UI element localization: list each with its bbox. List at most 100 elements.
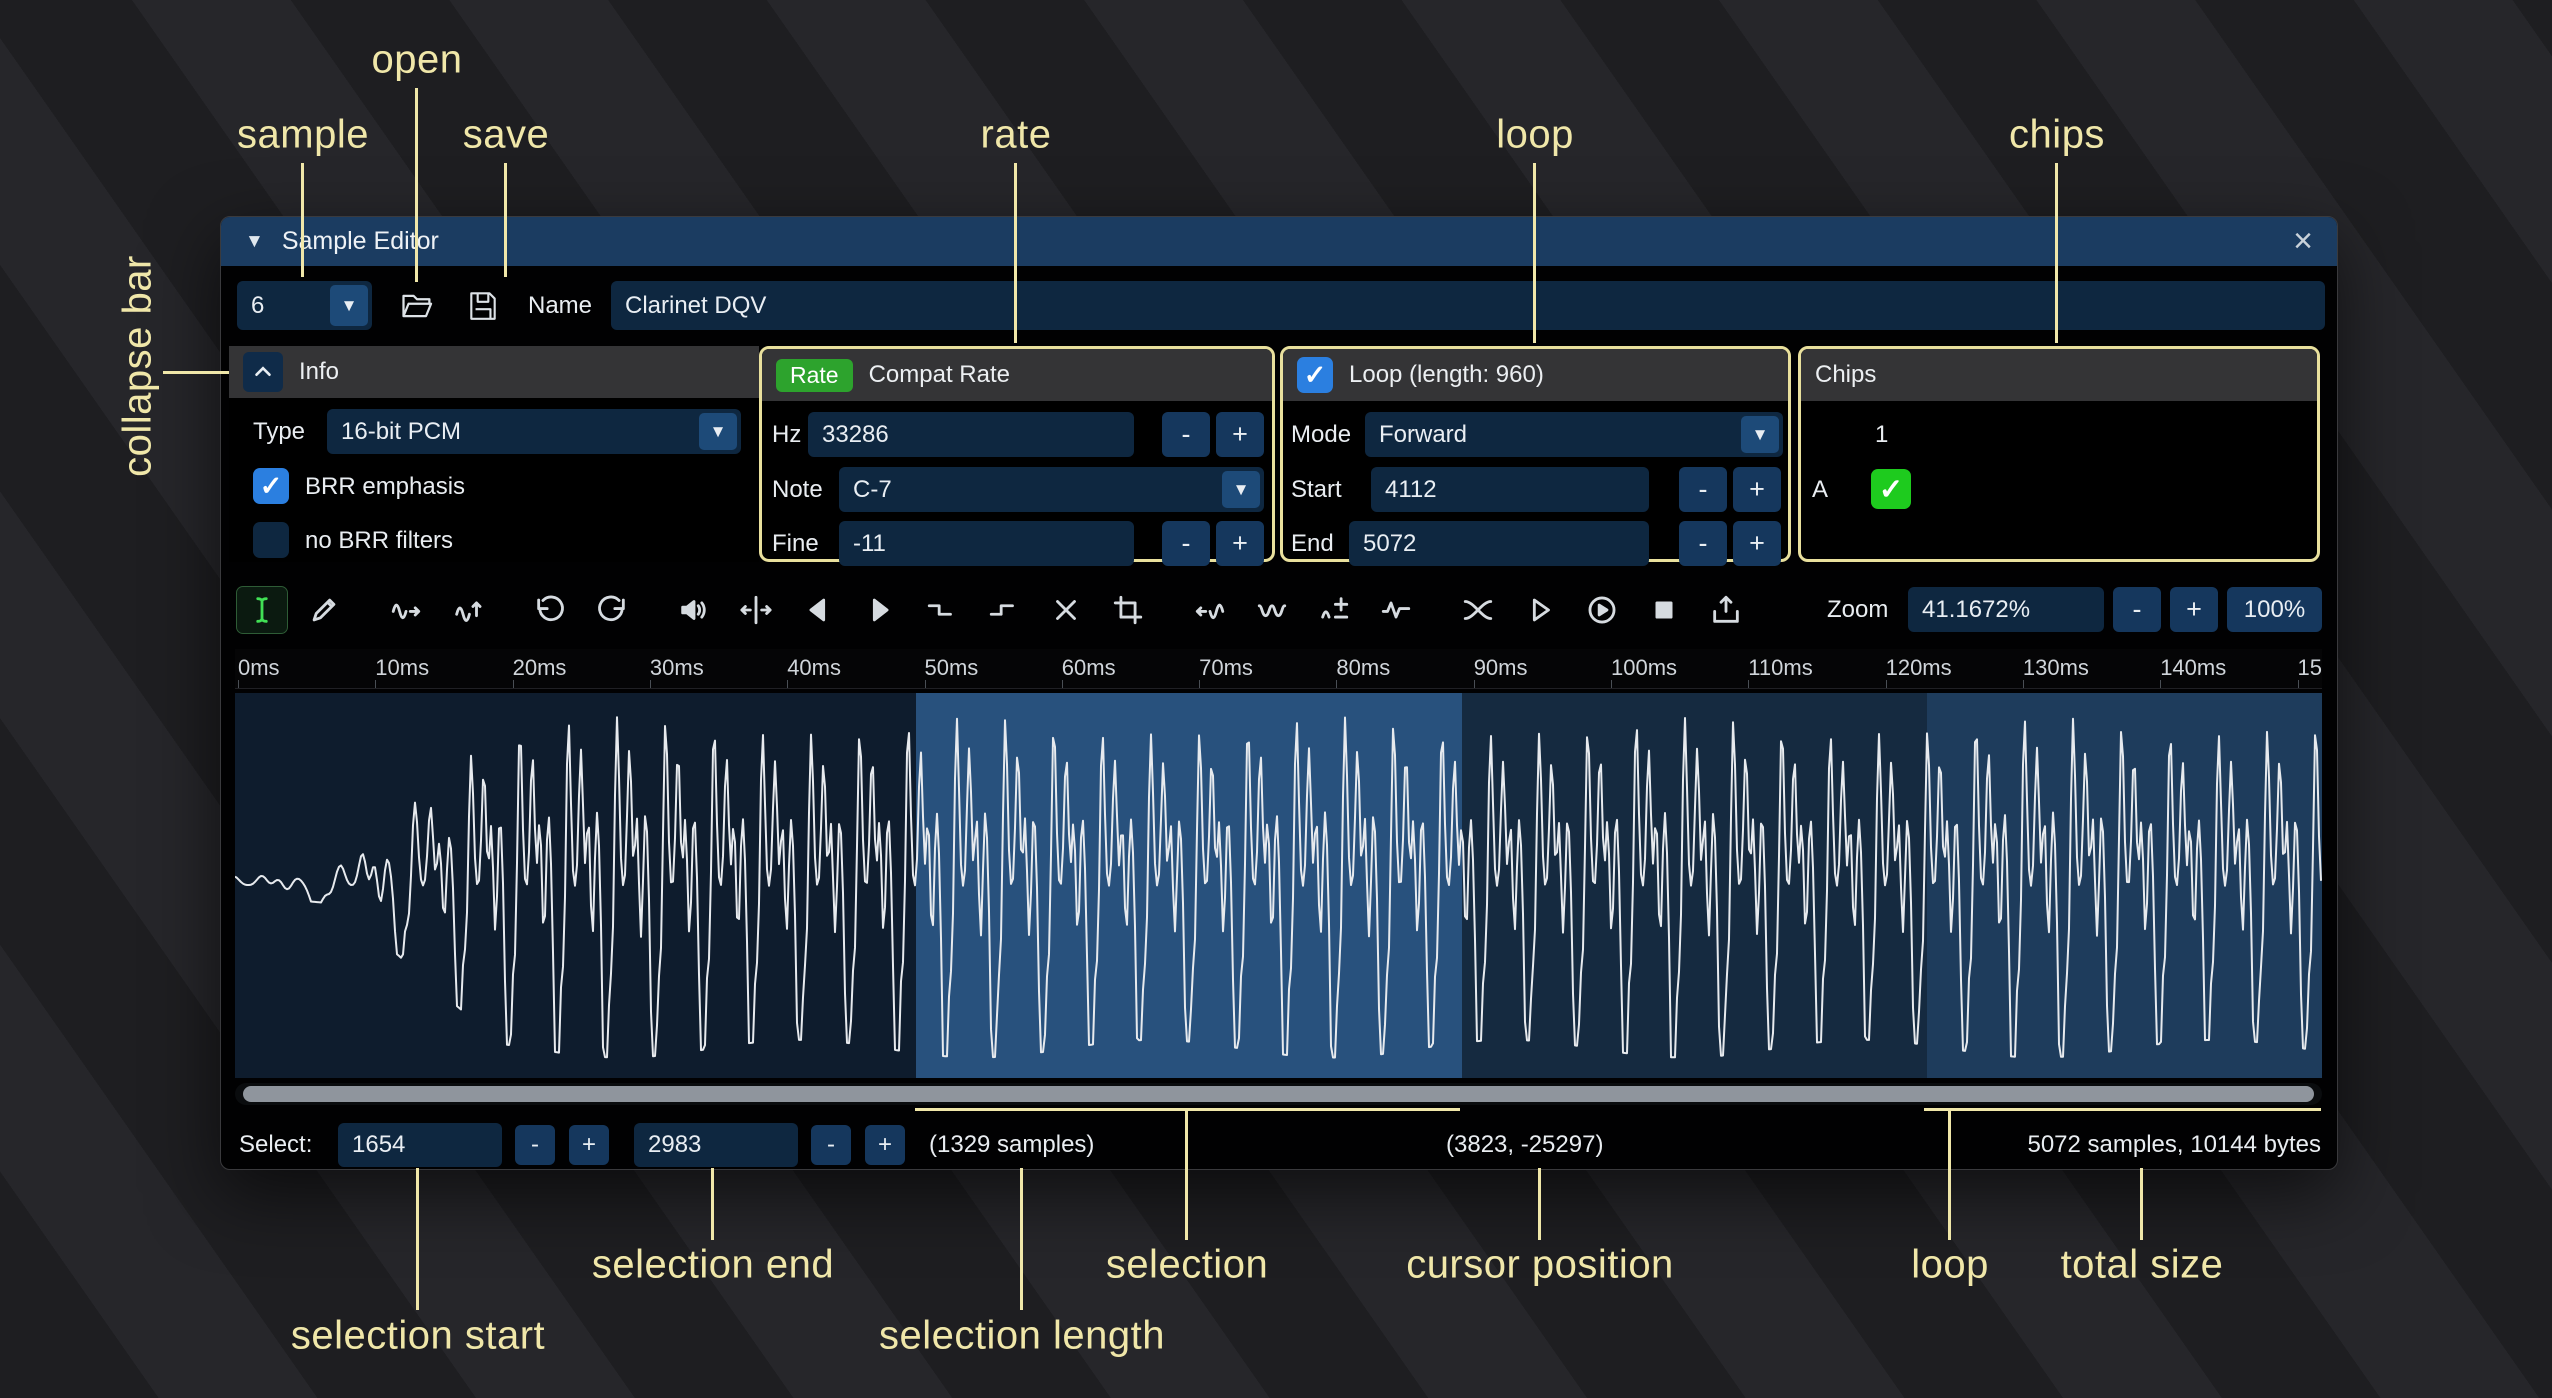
draw-icon (307, 593, 341, 627)
play-tool-button[interactable] (1577, 587, 1627, 633)
fade-out-tool-button[interactable] (855, 587, 905, 633)
insert-silence-tool-button[interactable] (917, 587, 967, 633)
selection-start-increase-button[interactable]: + (569, 1125, 609, 1165)
loop-start-decrease-button[interactable]: - (1679, 467, 1727, 512)
edit-cursor-icon (245, 593, 279, 627)
close-button[interactable]: × (2287, 217, 2319, 266)
insert-silence-icon (925, 593, 959, 627)
brr-emphasis-label: BRR emphasis (305, 464, 465, 509)
sample-type-dropdown[interactable]: 16-bit PCM ▼ (327, 409, 741, 454)
filter-tool-button[interactable] (1371, 587, 1421, 633)
chip-letter: A (1812, 467, 1828, 512)
redo-icon (595, 593, 629, 627)
tool-groups (237, 587, 1751, 633)
preview-icon (1523, 593, 1557, 627)
toolbar-group (237, 587, 349, 633)
crossfade-loop-tool-button[interactable] (1453, 587, 1503, 633)
reverse-tool-button[interactable] (1185, 587, 1235, 633)
loop-start-increase-button[interactable]: + (1733, 467, 1781, 512)
amplify-tool-button[interactable] (669, 587, 719, 633)
chevron-down-icon[interactable]: ▼ (1222, 471, 1260, 508)
normalize-icon (739, 593, 773, 627)
import-tool-button[interactable] (1701, 587, 1751, 633)
collapse-bar-button[interactable] (243, 352, 283, 392)
ruler-tickmark (1062, 680, 1063, 688)
hz-label: Hz (772, 412, 801, 457)
ruler-tick: 60ms (1062, 655, 1116, 681)
loop-mode-dropdown[interactable]: Forward ▼ (1365, 412, 1783, 457)
sign-tool-button[interactable] (1309, 587, 1359, 633)
hz-increase-button[interactable]: + (1216, 412, 1264, 457)
annotation-loop-region: loop (1911, 1243, 1989, 1288)
zoom-input[interactable]: 41.1672% (1908, 587, 2104, 632)
callout-line (1020, 1168, 1023, 1310)
fine-input[interactable]: -11 (839, 521, 1134, 566)
name-label: Name (528, 281, 592, 330)
scrollbar-thumb[interactable] (243, 1086, 2314, 1102)
loop-end-increase-button[interactable]: + (1733, 521, 1781, 566)
zoom-reset-button[interactable]: 100% (2227, 587, 2322, 632)
save-sample-button[interactable] (457, 281, 508, 330)
apply-silence-icon (987, 593, 1021, 627)
loop-panel: ✓ Loop (length: 960) Mode Forward ▼ Star… (1280, 346, 1791, 562)
selection-start-input[interactable]: 1654 (338, 1123, 502, 1167)
note-dropdown[interactable]: C-7 ▼ (839, 467, 1264, 512)
hz-input[interactable]: 33286 (808, 412, 1134, 457)
selection-start-decrease-button[interactable]: - (515, 1125, 555, 1165)
loop-start-input[interactable]: 4112 (1371, 467, 1649, 512)
ruler-tickmark (650, 680, 651, 688)
selection-end-increase-button[interactable]: + (865, 1125, 905, 1165)
ruler-tickmark (925, 680, 926, 688)
chevron-down-icon[interactable]: ▼ (699, 413, 737, 450)
selection-end-input[interactable]: 2983 (634, 1123, 798, 1167)
annotation-selection: selection (1106, 1243, 1268, 1288)
chip-enable-checkbox[interactable]: ✓ (1871, 469, 1911, 509)
select-label: Select: (239, 1121, 312, 1169)
selection-end-decrease-button[interactable]: - (811, 1125, 851, 1165)
window-collapse-icon[interactable]: ▼ (245, 231, 264, 253)
loop-enable-checkbox[interactable]: ✓ (1297, 357, 1333, 393)
undo-tool-button[interactable] (525, 587, 575, 633)
window-titlebar[interactable]: ▼ Sample Editor × (221, 217, 2337, 266)
waveform-display[interactable] (235, 693, 2322, 1078)
fine-increase-button[interactable]: + (1216, 521, 1264, 566)
type-label: Type (253, 409, 305, 454)
trim-tool-button[interactable] (1103, 587, 1153, 633)
hz-decrease-button[interactable]: - (1162, 412, 1210, 457)
edit-cursor-tool-button[interactable] (237, 587, 287, 633)
ruler-tick: 10ms (375, 655, 429, 681)
sample-name-input[interactable]: Clarinet DQV (611, 281, 2325, 330)
resample-tool-button[interactable] (443, 587, 493, 633)
fade-in-tool-button[interactable] (793, 587, 843, 633)
loop-end-decrease-button[interactable]: - (1679, 521, 1727, 566)
loop-end-input[interactable]: 5072 (1349, 521, 1649, 566)
redo-tool-button[interactable] (587, 587, 637, 633)
horizontal-scrollbar[interactable] (235, 1083, 2322, 1105)
sample-number-dropdown[interactable]: 6 ▼ (237, 281, 372, 330)
zoom-out-button[interactable]: - (2113, 587, 2161, 632)
normalize-tool-button[interactable] (731, 587, 781, 633)
preview-tool-button[interactable] (1515, 587, 1565, 633)
zoom-in-button[interactable]: + (2170, 587, 2218, 632)
open-sample-button[interactable] (391, 281, 442, 330)
stop-tool-button[interactable] (1639, 587, 1689, 633)
fade-in-icon (801, 593, 835, 627)
play-icon (1585, 593, 1619, 627)
draw-tool-button[interactable] (299, 587, 349, 633)
toolbar-group (669, 587, 1153, 633)
loop-end-label: End (1291, 521, 1334, 566)
chevron-down-icon[interactable]: ▼ (330, 285, 368, 326)
chevron-down-icon[interactable]: ▼ (1741, 416, 1779, 453)
brr-emphasis-checkbox[interactable]: ✓ (253, 468, 289, 504)
chips-header-label: Chips (1815, 361, 1876, 389)
resize-tool-button[interactable] (381, 587, 431, 633)
apply-silence-tool-button[interactable] (979, 587, 1029, 633)
invert-tool-button[interactable] (1247, 587, 1297, 633)
sign-icon (1317, 593, 1351, 627)
callout-line (416, 1168, 419, 1310)
annotation-selection-length: selection length (879, 1314, 1165, 1359)
fine-decrease-button[interactable]: - (1162, 521, 1210, 566)
delete-tool-button[interactable] (1041, 587, 1091, 633)
no-brr-filters-checkbox[interactable] (253, 522, 289, 558)
time-ruler[interactable]: 0ms10ms20ms30ms40ms50ms60ms70ms80ms90ms1… (235, 649, 2322, 689)
